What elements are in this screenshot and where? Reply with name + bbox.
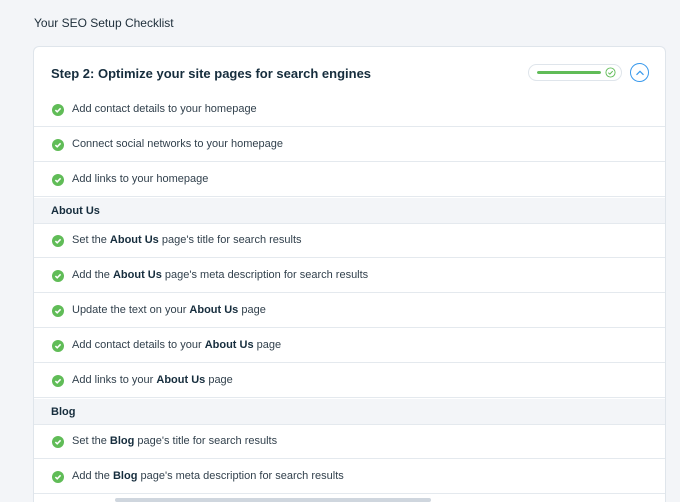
task-text-pre: Set the [72, 435, 110, 447]
section-header: Blog [34, 399, 665, 425]
task-text-pre: Add contact details to your [72, 339, 205, 351]
task-label: Add links to your homepage [72, 173, 208, 185]
check-circle-icon [52, 340, 64, 352]
task-text-pre: Set the [72, 234, 110, 246]
progress-track [537, 71, 601, 74]
section-title: Blog [51, 406, 76, 418]
task-label: Add links to your About Us page [72, 374, 233, 386]
progress-fill [537, 71, 601, 74]
task-page-name: About Us [112, 269, 162, 281]
task-row[interactable]: Add links to your homepage [34, 163, 665, 197]
task-page-name: About Us [109, 234, 159, 246]
check-circle-icon [52, 104, 64, 116]
step-header[interactable]: Step 2: Optimize your site pages for sea… [34, 47, 665, 97]
task-text-post: page [205, 374, 233, 386]
task-label: Update the text on your About Us page [72, 304, 266, 316]
task-text-post: page's meta description for search resul… [137, 470, 344, 482]
task-text-pre: Add the [72, 470, 113, 482]
task-page-name: Blog [109, 435, 135, 447]
task-label: Add contact details to your About Us pag… [72, 339, 281, 351]
task-page-name: About Us [156, 374, 206, 386]
checklist-step-card: Step 2: Optimize your site pages for sea… [33, 46, 666, 502]
step-title: Step 2: Optimize your site pages for sea… [51, 66, 372, 81]
task-row[interactable]: Update the text on your About Us page [34, 294, 665, 328]
task-label: Set the About Us page's title for search… [72, 234, 302, 246]
check-circle-icon [52, 270, 64, 282]
check-circle-icon [52, 305, 64, 317]
step-progress [528, 64, 622, 81]
task-text-pre: Add links to your homepage [72, 173, 209, 185]
task-text-post: page's meta description for search resul… [161, 269, 369, 281]
task-row[interactable]: Set the About Us page's title for search… [34, 224, 665, 258]
horizontal-scrollbar[interactable] [115, 498, 431, 502]
section-title: About Us [51, 205, 100, 217]
task-text-pre: Add the [72, 269, 113, 281]
task-label: Add the About Us page's meta description… [72, 269, 368, 281]
task-page-name: Blog [112, 470, 138, 482]
page-title: Your SEO Setup Checklist [34, 16, 174, 30]
check-circle-icon [52, 436, 64, 448]
check-circle-icon [52, 235, 64, 247]
task-text-pre: Connect social networks to your homepage [72, 138, 283, 150]
task-text-pre: Add links to your [72, 374, 157, 386]
task-row[interactable]: Add contact details to your homepage [34, 93, 665, 127]
task-page-name: About Us [204, 339, 254, 351]
task-text-post: page [253, 339, 282, 351]
task-row[interactable]: Add the Blog page's meta description for… [34, 460, 665, 494]
check-circle-icon [52, 471, 64, 483]
task-row[interactable]: Add the About Us page's meta description… [34, 259, 665, 293]
check-circle-icon [52, 139, 64, 151]
task-row[interactable]: Add contact details to your About Us pag… [34, 329, 665, 363]
task-row[interactable]: Set the Blog page's title for search res… [34, 425, 665, 459]
collapse-button[interactable] [630, 63, 649, 82]
task-label: Add contact details to your homepage [72, 103, 257, 115]
task-label: Connect social networks to your homepage [72, 138, 283, 150]
task-text-post: page's title for search results [134, 435, 278, 447]
task-label: Set the Blog page's title for search res… [72, 435, 277, 447]
check-circle-icon [605, 67, 616, 78]
task-label: Add the Blog page's meta description for… [72, 470, 344, 482]
task-text-pre: Add contact details to your homepage [72, 103, 257, 115]
task-text-post: page's title for search results [158, 234, 302, 246]
task-row[interactable]: Connect social networks to your homepage [34, 128, 665, 162]
check-circle-icon [52, 375, 64, 387]
task-row[interactable]: Add links to your About Us page [34, 364, 665, 398]
task-text-pre: Update the text on your [72, 304, 190, 316]
section-header: About Us [34, 198, 665, 224]
task-text-post: page [238, 304, 266, 316]
top-bar: Your SEO Setup Checklist [0, 0, 680, 46]
check-circle-icon [52, 174, 64, 186]
chevron-up-icon [636, 70, 644, 76]
task-page-name: About Us [189, 304, 239, 316]
